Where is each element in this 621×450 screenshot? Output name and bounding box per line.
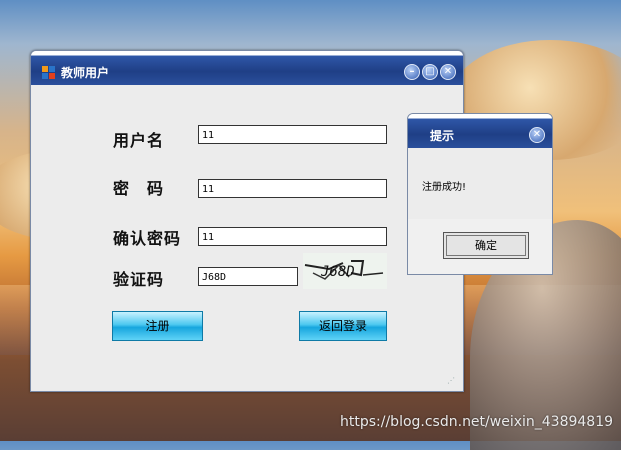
dialog-close-icon[interactable]: ✕ [529,127,545,143]
captcha-label: 验证码 [113,270,165,289]
confirm-password-field[interactable]: 11 [198,227,387,246]
captcha-text: J68D [320,264,355,280]
dialog-title: 提示 [430,129,455,143]
resize-grip-icon[interactable]: ⋰ [447,376,455,385]
watermark-text: https://blog.csdn.net/weixin_43894819 [340,414,614,430]
password-field[interactable]: 11 [198,179,387,198]
captcha-image[interactable]: J68D [303,253,387,289]
register-button[interactable]: 注册 [112,311,203,341]
message-dialog: 提示 ✕ 注册成功! 确定 [407,113,553,275]
username-label: 用户名 [113,131,165,150]
back-to-login-button[interactable]: 返回登录 [299,311,387,341]
password-label: 密 码 [113,179,165,198]
app-grid-icon [42,66,55,79]
dialog-ok-button[interactable]: 确定 [443,232,529,259]
teacher-register-window: 教师用户 – □ ✕ 用户名 11 密 码 11 确认密码 11 验证码 J68… [30,50,464,392]
captcha-field[interactable]: J68D [198,267,298,286]
window-title: 教师用户 [61,66,110,80]
username-field[interactable]: 11 [198,125,387,144]
minimize-icon[interactable]: – [404,64,420,80]
close-icon[interactable]: ✕ [440,64,456,80]
maximize-icon[interactable]: □ [422,64,438,80]
confirm-password-label: 确认密码 [113,229,182,248]
dialog-message: 注册成功! [422,182,467,193]
dialog-titlebar[interactable]: 提示 ✕ [408,114,552,148]
window-titlebar[interactable]: 教师用户 – □ ✕ [31,51,463,85]
